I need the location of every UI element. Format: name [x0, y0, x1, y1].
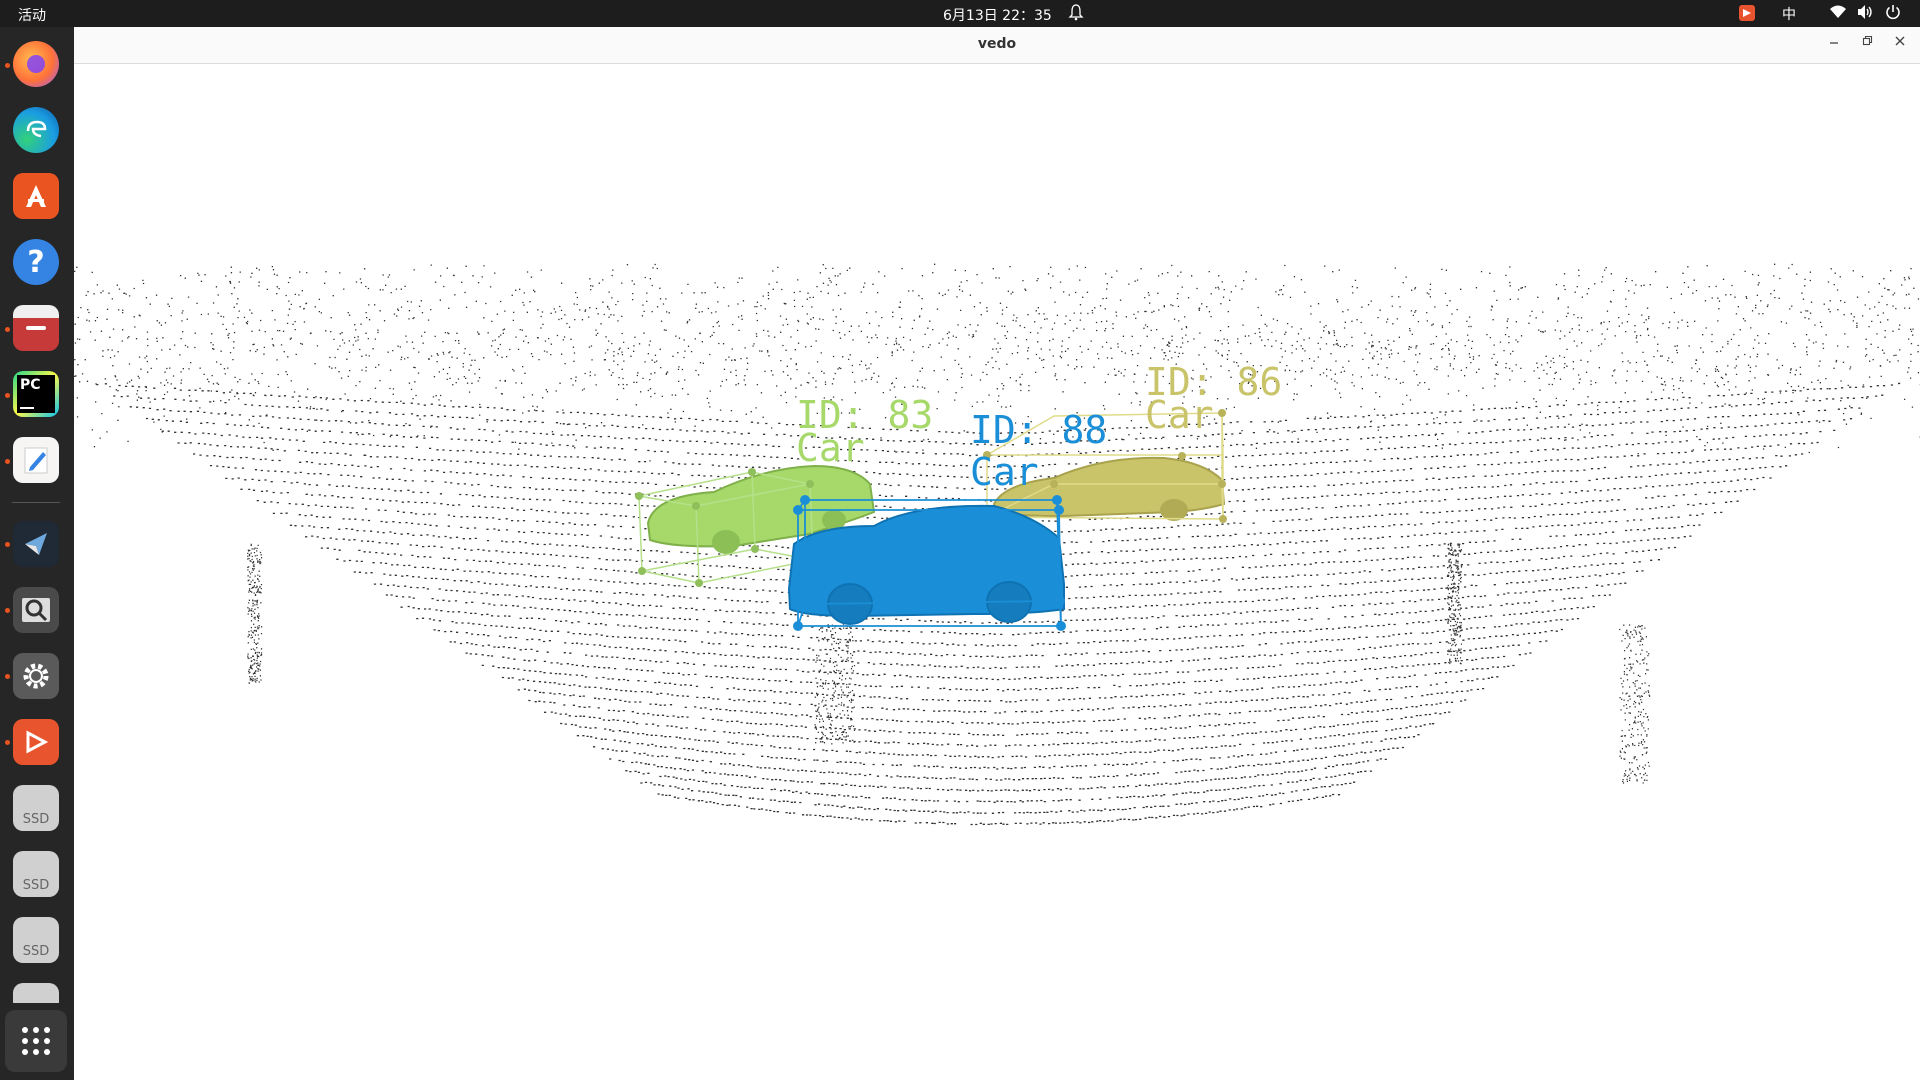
running-indicator: [5, 63, 10, 68]
volume-icon[interactable]: [1856, 4, 1874, 24]
settings-gear-icon[interactable]: [13, 653, 59, 699]
detection-class-label: Car: [970, 450, 1039, 494]
dock: ? PC SSD SSD SSD: [0, 27, 74, 1080]
ssd-drive-icon[interactable]: SSD: [13, 917, 59, 963]
close-button[interactable]: [1889, 33, 1911, 55]
detection-id-label: ID: 88: [970, 408, 1107, 452]
help-icon[interactable]: ?: [13, 239, 59, 285]
show-apps-grid-icon[interactable]: [5, 1010, 67, 1072]
power-icon[interactable]: [1885, 4, 1901, 24]
running-indicator: [5, 740, 10, 745]
car-wheel: [712, 530, 740, 554]
pycharm-icon[interactable]: PC: [13, 371, 59, 417]
top-bar: 活动 6月13日 22：35 中: [0, 0, 1920, 27]
running-indicator: [5, 542, 10, 547]
car-wheel: [1160, 499, 1188, 521]
detection-class-label: Car: [1145, 393, 1214, 437]
running-indicator: [5, 674, 10, 679]
bell-icon[interactable]: [1068, 3, 1084, 25]
vedo-window-icon[interactable]: [13, 521, 59, 567]
app-indicator-icon[interactable]: [1738, 4, 1756, 26]
window-titlebar[interactable]: vedo: [74, 27, 1920, 64]
ssd-drive-icon[interactable]: SSD: [13, 851, 59, 897]
activities-button[interactable]: 活动: [18, 5, 46, 25]
app-center-icon[interactable]: [13, 173, 59, 219]
maximize-button[interactable]: [1856, 33, 1878, 55]
edge-browser-icon[interactable]: [13, 107, 59, 153]
clock[interactable]: 6月13日 22：35: [943, 5, 1052, 25]
dock-separator: [12, 502, 60, 503]
media-app-icon[interactable]: [13, 719, 59, 765]
window-title: vedo: [977, 36, 1017, 52]
image-viewer-icon[interactable]: [13, 587, 59, 633]
vedo-window: vedo ID: 83 Car ID: 86 Car ID: 88 Car: [74, 27, 1920, 1080]
minimize-button[interactable]: [1823, 33, 1845, 55]
running-indicator: [5, 327, 10, 332]
ssd-drive-icon[interactable]: SSD: [13, 785, 59, 831]
detection-class-label: Car: [796, 426, 865, 470]
text-editor-icon[interactable]: [13, 437, 59, 483]
3d-viewport[interactable]: ID: 83 Car ID: 86 Car ID: 88 Car: [74, 64, 1920, 1080]
files-icon[interactable]: [13, 305, 59, 351]
running-indicator: [5, 393, 10, 398]
wifi-icon[interactable]: [1829, 4, 1847, 24]
running-indicator: [5, 459, 10, 464]
input-method-indicator[interactable]: 中: [1782, 4, 1796, 24]
running-indicator: [5, 608, 10, 613]
firefox-icon[interactable]: [13, 41, 59, 87]
drive-icon[interactable]: [13, 983, 59, 1003]
